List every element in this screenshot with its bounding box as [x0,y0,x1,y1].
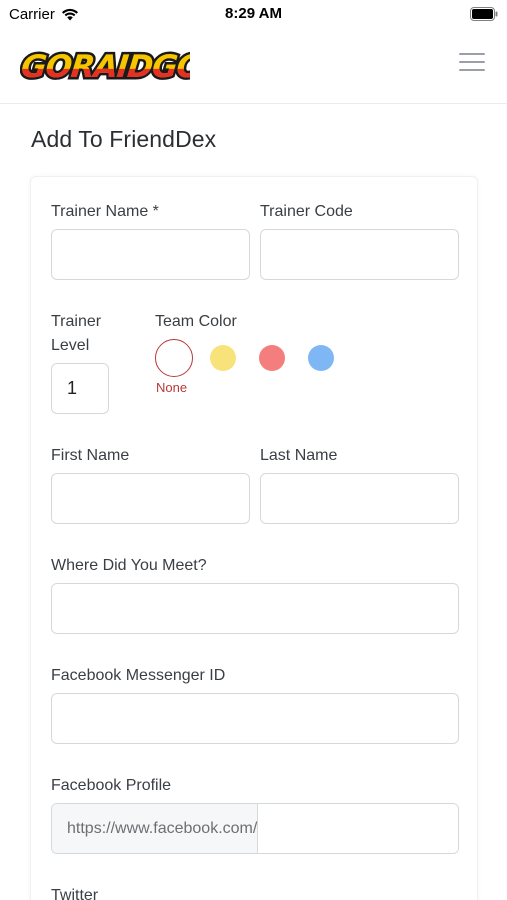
yellow-dot [210,345,236,371]
team-color-label: Team Color [155,313,237,330]
last-name-label: Last Name [260,447,338,464]
team-color-blue-option[interactable] [302,339,340,377]
app-header: GORAIDGO GORAIDGO [0,28,507,104]
trainer-level-label-line2: Level [51,337,90,354]
team-color-yellow-option[interactable] [204,339,242,377]
status-bar: Carrier 8:29 AM [0,0,507,28]
where-met-input[interactable] [51,583,459,634]
trainer-level-label-line1: Trainer [51,313,102,330]
messenger-id-label: Facebook Messenger ID [51,667,226,684]
friend-form-card: Trainer Name * Trainer Code Trainer Leve… [30,176,478,900]
messenger-id-input[interactable] [51,693,459,744]
trainer-code-label: Trainer Code [260,203,353,220]
trainer-name-label: Trainer Name * [51,203,159,220]
where-met-label: Where Did You Meet? [51,557,207,574]
facebook-profile-label: Facebook Profile [51,777,172,794]
battery-icon [470,7,498,21]
facebook-profile-input[interactable] [258,804,458,853]
team-color-selected-caption: None [156,380,188,395]
trainer-code-input[interactable] [260,229,459,280]
team-color-red-option[interactable] [253,339,291,377]
first-name-label: First Name [51,447,130,464]
hamburger-icon[interactable] [459,53,485,75]
facebook-url-prefix: https://www.facebook.com/ [52,804,259,853]
team-color-none-option[interactable] [155,339,193,377]
blue-dot [308,345,334,371]
trainer-name-input[interactable] [51,229,250,280]
first-name-input[interactable] [51,473,250,524]
trainer-level-input[interactable] [51,363,109,414]
red-dot [259,345,285,371]
goraidgo-logo[interactable]: GORAIDGO GORAIDGO [20,42,190,86]
page-title: Add To FriendDex [31,126,217,152]
last-name-input[interactable] [260,473,459,524]
twitter-label: Twitter [51,887,99,900]
facebook-profile-group: https://www.facebook.com/ [51,803,459,854]
status-time: 8:29 AM [225,5,282,22]
